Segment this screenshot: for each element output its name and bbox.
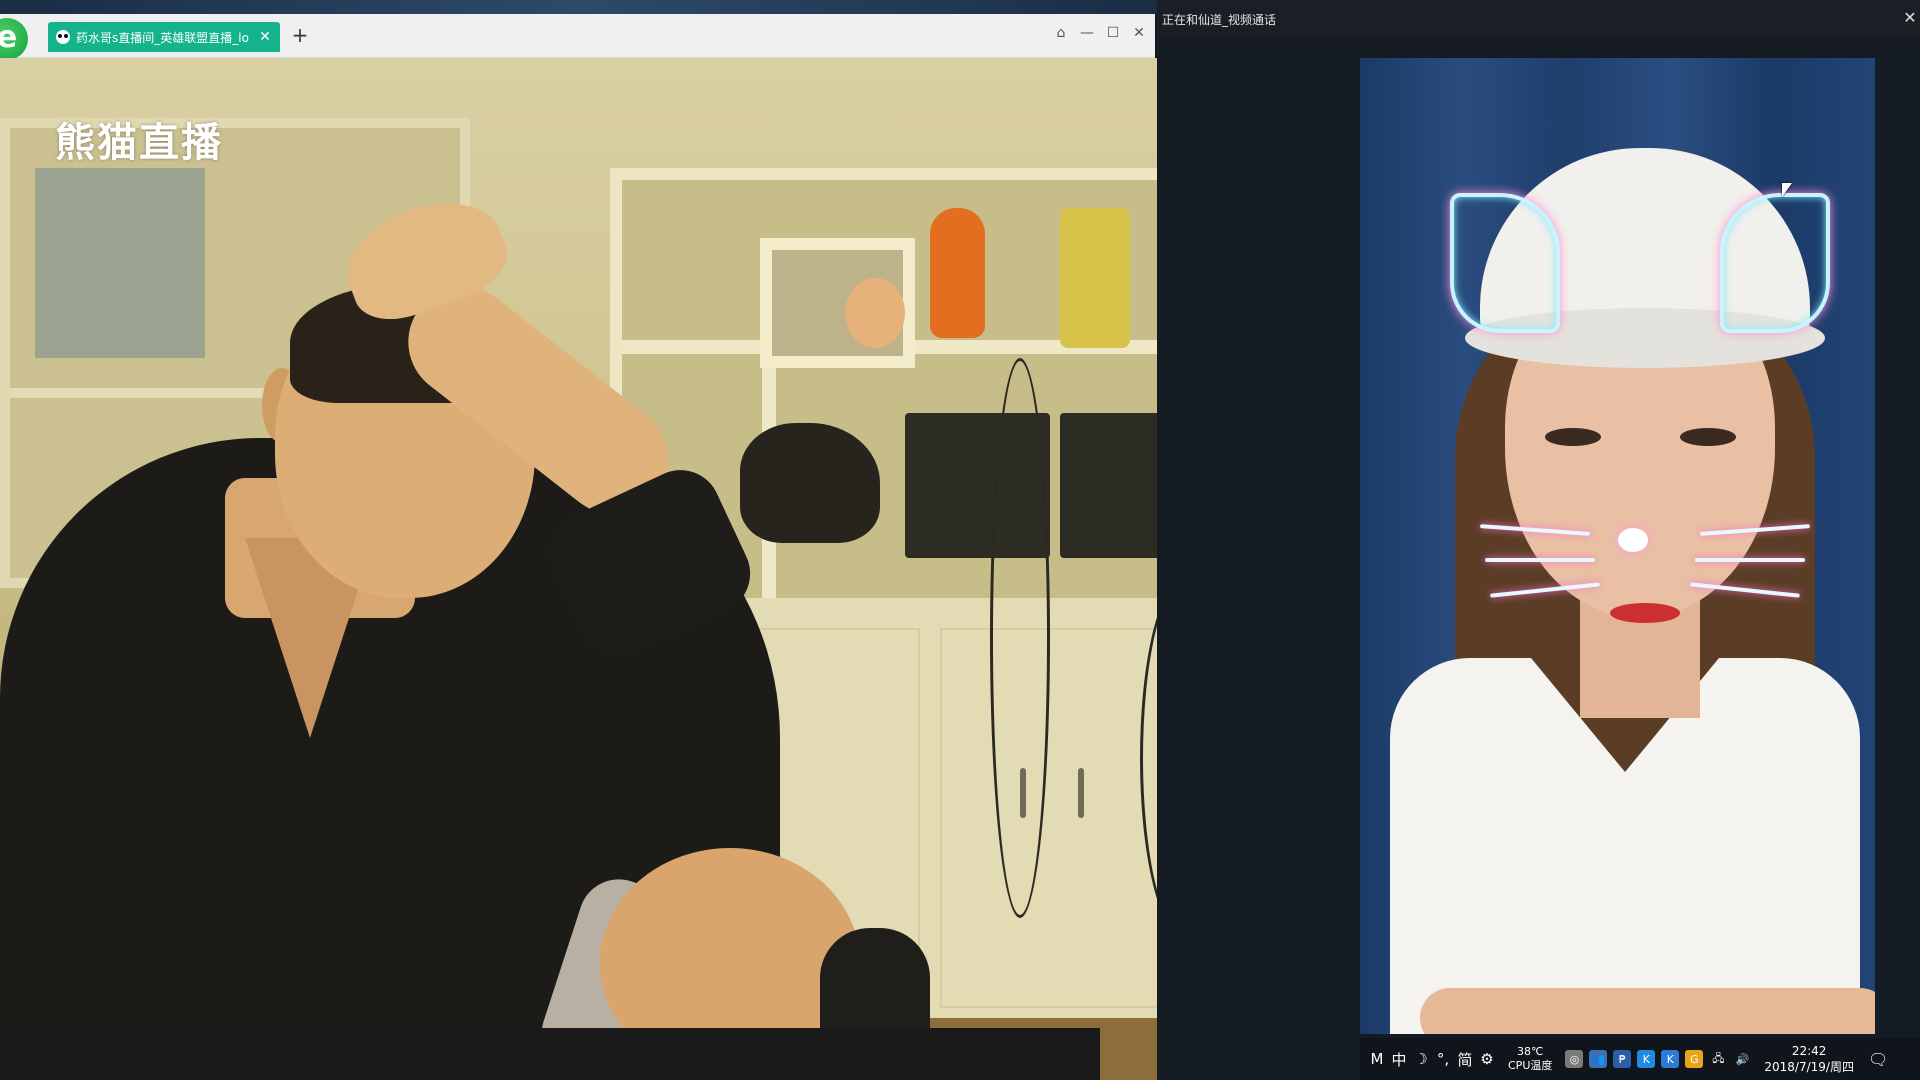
cabinet-door	[940, 628, 1160, 1008]
orange-toy	[930, 208, 985, 338]
panda-favicon-icon	[56, 30, 70, 44]
clock-time: 22:42	[1791, 1044, 1827, 1058]
maximize-button[interactable]: ☐	[1105, 24, 1121, 42]
neon-whisker	[1485, 558, 1595, 562]
notification-icon[interactable]: 🗨	[1868, 1050, 1888, 1069]
window-controls: ⌂ — ☐ ✕	[1053, 24, 1147, 42]
kugou-icon[interactable]: K	[1661, 1050, 1680, 1068]
browser-logo-icon[interactable]: e	[0, 18, 28, 60]
neon-cat-ear-icon	[1720, 193, 1830, 333]
network-icon[interactable]: 🖧	[1709, 1050, 1727, 1068]
cable	[990, 358, 1050, 918]
k-icon[interactable]: K	[1637, 1050, 1656, 1068]
pay-icon[interactable]: ₱	[1613, 1050, 1632, 1068]
call-close-icon[interactable]: ✕	[1900, 8, 1920, 27]
desk-edge	[0, 1028, 1100, 1080]
pin-icon[interactable]: ⌂	[1053, 24, 1069, 42]
neon-cat-ear-icon	[1450, 193, 1560, 333]
cpu-temperature[interactable]: 38℃ CPU温度	[1508, 1045, 1552, 1073]
taskbar-tray: M 中 ☽ °, 简 ⚙ 38℃ CPU温度 ◎ 👥 ₱ K K G 🖧 🔊 2…	[1360, 1038, 1920, 1080]
platform-watermark: 熊猫直播	[55, 120, 223, 166]
ime-m-icon[interactable]: M	[1366, 1050, 1388, 1068]
guest-eye	[1545, 428, 1601, 446]
tab-title: 药水哥s直播间_英雄联盟直播_lo	[76, 30, 249, 45]
video-call-window: 正在和仙道_视频通话 ✕	[1157, 0, 1920, 1080]
g-icon[interactable]: G	[1685, 1050, 1704, 1068]
ime-chinese-icon[interactable]: 中	[1388, 1049, 1410, 1070]
close-button[interactable]: ✕	[1131, 24, 1147, 42]
browser-tab[interactable]: 药水哥s直播间_英雄联盟直播_lo ✕	[48, 22, 280, 52]
black-bag	[740, 423, 880, 543]
cpu-temp-value: 38℃	[1517, 1045, 1544, 1058]
shield-icon[interactable]: ◎	[1565, 1050, 1584, 1068]
neon-heart-nose-icon	[1618, 528, 1648, 552]
call-titlebar: 正在和仙道_视频通话 ✕	[1157, 0, 1920, 38]
cpu-temp-label: CPU温度	[1508, 1059, 1553, 1072]
mouse-cursor-icon	[1782, 183, 1792, 197]
guest-lips	[1610, 603, 1680, 623]
punctuation-icon[interactable]: °,	[1432, 1050, 1454, 1068]
new-tab-button[interactable]: +	[288, 24, 312, 48]
browser-titlebar: e 药水哥s直播间_英雄联盟直播_lo ✕ + ⌂ — ☐ ✕	[0, 14, 1155, 60]
stream-video[interactable]: 熊猫直播	[0, 58, 1360, 1080]
system-clock[interactable]: 22:42 2018/7/19/周四	[1764, 1043, 1854, 1075]
book	[35, 168, 205, 358]
guest-eye	[1680, 428, 1736, 446]
guest-arm	[1420, 988, 1878, 1034]
call-sidebar	[1875, 58, 1920, 1034]
people-icon[interactable]: 👥	[1589, 1050, 1608, 1068]
browser-window: e 药水哥s直播间_英雄联盟直播_lo ✕ + ⌂ — ☐ ✕ 熊猫直播	[0, 14, 1360, 1080]
toy-figure	[845, 278, 905, 348]
remote-camera-feed[interactable]	[1360, 58, 1878, 1034]
desktop-background	[0, 0, 1160, 14]
call-title: 正在和仙道_视频通话	[1162, 13, 1277, 27]
yellow-package	[1060, 208, 1130, 348]
cabinet-handle	[1078, 768, 1084, 818]
neon-whisker	[1695, 558, 1805, 562]
minimize-button[interactable]: —	[1079, 24, 1095, 42]
clock-date: 2018/7/19/周四	[1764, 1060, 1854, 1074]
volume-icon[interactable]: 🔊	[1733, 1050, 1751, 1068]
moon-icon[interactable]: ☽	[1410, 1050, 1432, 1068]
settings-gear-icon[interactable]: ⚙	[1476, 1050, 1498, 1068]
simplified-icon[interactable]: 简	[1454, 1049, 1476, 1070]
desktop: e 药水哥s直播间_英雄联盟直播_lo ✕ + ⌂ — ☐ ✕ 熊猫直播 正在和…	[0, 0, 1920, 1080]
tab-close-icon[interactable]: ✕	[258, 29, 272, 45]
